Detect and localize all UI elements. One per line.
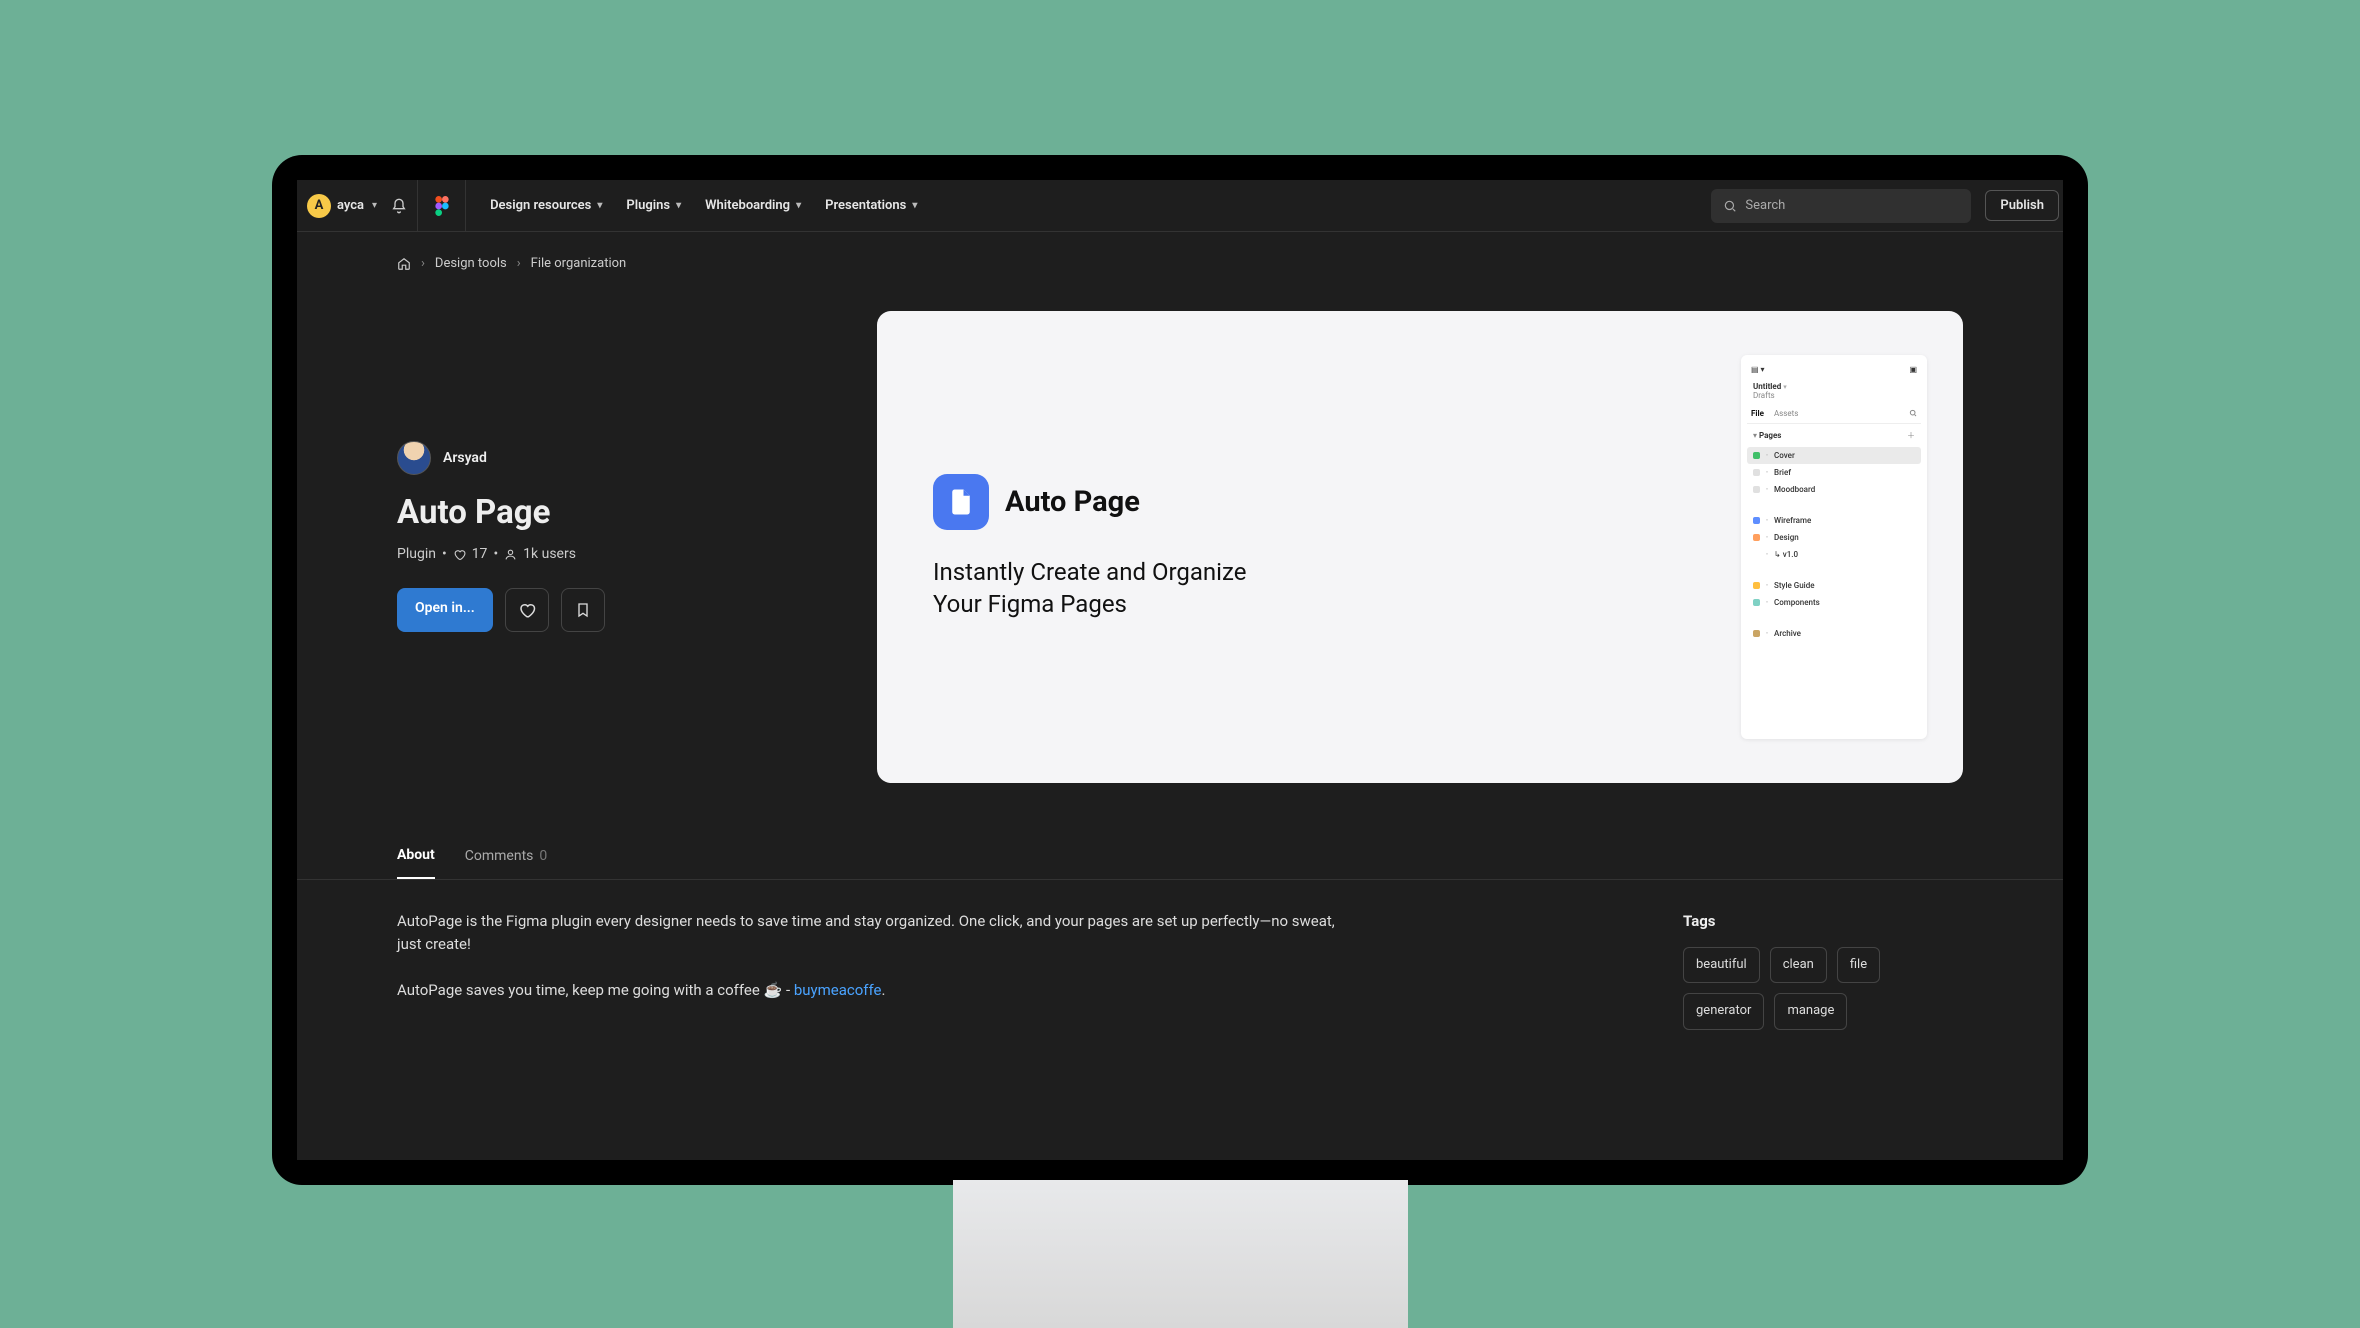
search-icon	[1909, 409, 1917, 418]
tag-manage[interactable]: manage	[1774, 993, 1847, 1029]
nav-whiteboarding[interactable]: Whiteboarding▾	[705, 198, 801, 213]
panel-toggle-icon: ▤ ▾	[1751, 365, 1765, 374]
bookmark-icon	[575, 601, 591, 619]
screen: A ayca ▾ De	[297, 180, 2063, 1160]
preview-page-item: •Wireframe	[1747, 512, 1921, 529]
buymeacoffe-link[interactable]: buymeacoffe	[794, 981, 882, 999]
tag-clean[interactable]: clean	[1770, 947, 1827, 983]
bookmark-button[interactable]	[561, 588, 605, 632]
breadcrumb: › Design tools › File organization	[297, 232, 2063, 271]
about-paragraph-1: AutoPage is the Figma plugin every desig…	[397, 910, 1347, 957]
preview-title: Auto Page	[1005, 485, 1140, 519]
tab-comments[interactable]: Comments 0	[465, 833, 548, 879]
about-body: AutoPage is the Figma plugin every desig…	[397, 910, 1347, 1030]
user-avatar[interactable]: A	[307, 194, 331, 218]
tab-about[interactable]: About	[397, 833, 435, 879]
plugin-logo-icon	[933, 474, 989, 530]
preview-page-item: •↳ v1.0	[1747, 546, 1921, 563]
nav-presentations[interactable]: Presentations▾	[825, 198, 917, 213]
sidebar-toggle-icon: ▣	[1909, 365, 1917, 374]
heart-icon	[453, 548, 466, 561]
crumb-design-tools[interactable]: Design tools	[435, 256, 507, 271]
open-in-button[interactable]: Open in...	[397, 588, 493, 632]
topbar: A ayca ▾ De	[297, 180, 2063, 232]
preview-tab-assets: Assets	[1774, 409, 1798, 418]
tag-beautiful[interactable]: beautiful	[1683, 947, 1760, 983]
page-title: Auto Page	[397, 493, 837, 532]
author-avatar[interactable]	[397, 441, 431, 475]
bell-icon[interactable]	[391, 198, 407, 214]
chevron-down-icon[interactable]: ▾	[372, 200, 377, 211]
heart-icon	[518, 601, 536, 619]
users-icon	[504, 548, 517, 561]
crumb-file-organization[interactable]: File organization	[531, 256, 627, 271]
preview-page-item: •Brief	[1747, 464, 1921, 481]
plugin-preview: Auto Page Instantly Create and Organize …	[877, 311, 1963, 783]
preview-pages-label: Pages	[1759, 431, 1781, 440]
publish-button[interactable]: Publish	[1985, 190, 2059, 221]
preview-subtitle: Instantly Create and Organize Your Figma…	[933, 556, 1273, 621]
preview-page-item: •Cover	[1747, 447, 1921, 464]
preview-panel: ▤ ▾ ▣ Untitled ▾ Drafts File Assets	[1741, 355, 1927, 739]
preview-page-item: •Style Guide	[1747, 577, 1921, 594]
tag-generator[interactable]: generator	[1683, 993, 1764, 1029]
user-name[interactable]: ayca	[337, 198, 364, 213]
preview-tab-file: File	[1751, 409, 1764, 418]
search-icon	[1723, 199, 1737, 213]
preview-page-item: •Components	[1747, 594, 1921, 611]
preview-page-item: •Moodboard	[1747, 481, 1921, 498]
search-placeholder: Search	[1745, 198, 1785, 213]
about-paragraph-2: AutoPage saves you time, keep me going w…	[397, 979, 1347, 1002]
preview-drafts: Drafts	[1753, 391, 1775, 400]
figma-logo-icon[interactable]	[418, 180, 466, 231]
like-button[interactable]	[505, 588, 549, 632]
search-input[interactable]: Search	[1711, 189, 1971, 223]
tags-label: Tags	[1683, 910, 1963, 933]
preview-page-item: •Design	[1747, 529, 1921, 546]
nav-design-resources[interactable]: Design resources▾	[490, 198, 602, 213]
tag-file[interactable]: file	[1837, 947, 1880, 983]
preview-file-title: Untitled	[1753, 382, 1781, 391]
page-meta: Plugin• 17• 1k users	[397, 546, 837, 562]
monitor-stand	[953, 1180, 1408, 1328]
preview-page-item: •Archive	[1747, 625, 1921, 642]
home-icon[interactable]	[397, 257, 411, 271]
nav-plugins[interactable]: Plugins▾	[626, 198, 681, 213]
author-name[interactable]: Arsyad	[443, 450, 487, 466]
monitor-frame: A ayca ▾ De	[272, 155, 2088, 1185]
add-page-icon: ＋	[1907, 430, 1915, 441]
